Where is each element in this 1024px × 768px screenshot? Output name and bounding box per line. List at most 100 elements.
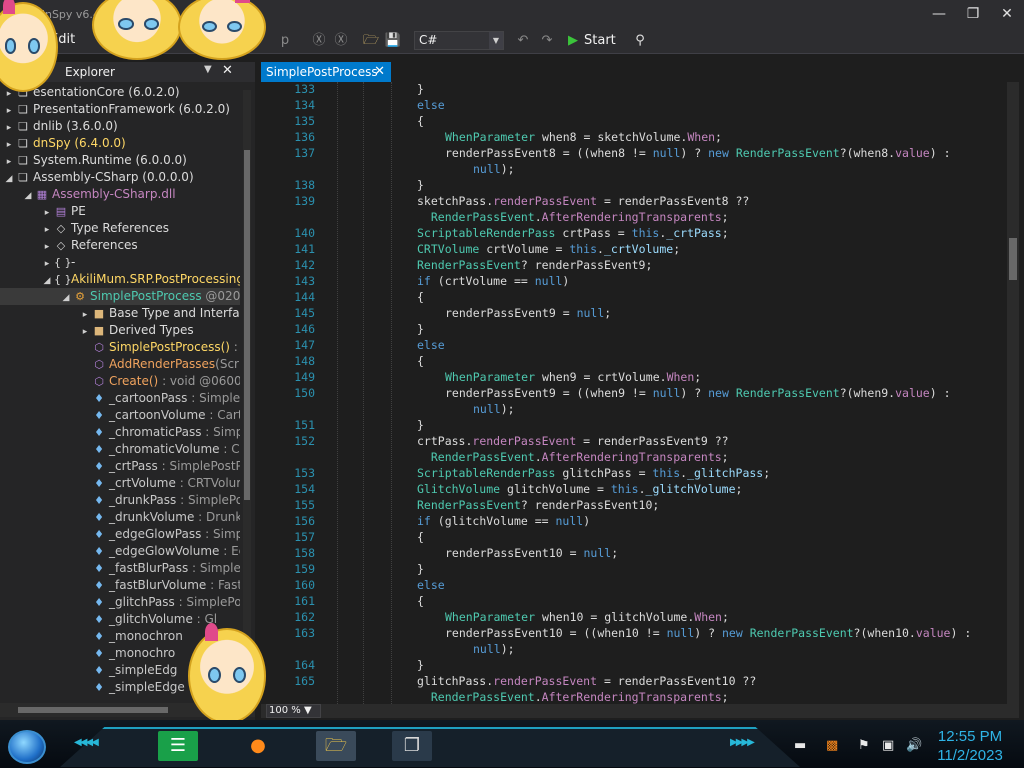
code-line[interactable]: 164} <box>261 657 1007 673</box>
redo-icon[interactable]: ↷ <box>538 32 556 50</box>
code-line[interactable]: 154 GlitchVolume glitchVolume = this._gli… <box>261 481 1007 497</box>
tree-item[interactable]: ♦ _chromaticVolume : C <box>0 441 240 458</box>
code-line[interactable]: 162 WhenParameter when10 = glitchVolume.W… <box>261 609 1007 625</box>
start-orb-icon[interactable] <box>8 730 46 764</box>
firefox-icon[interactable]: ● <box>238 731 278 761</box>
undo-icon[interactable]: ↶ <box>514 32 532 50</box>
code-line[interactable]: 157 { <box>261 529 1007 545</box>
code-line[interactable]: RenderPassEvent.AfterRenderingTransparen… <box>261 689 1007 704</box>
tree-item[interactable]: ♦ _glitchPass : SimplePo <box>0 594 240 611</box>
language-select[interactable]: C# ▼ <box>414 31 504 50</box>
toolbar-p-icon[interactable]: p <box>276 32 294 50</box>
close-icon[interactable]: ✕ <box>992 4 1022 24</box>
tree-item[interactable]: ◢ ❏ Assembly-CSharp (0.0.0.0) <box>0 169 240 186</box>
tree-item[interactable]: ♦ _edgeGlowVolume : Ec <box>0 543 240 560</box>
code-line[interactable]: 133} <box>261 82 1007 97</box>
tree-item[interactable]: ▸ ❏ dnSpy (6.4.0.0) <box>0 135 240 152</box>
tree-item[interactable]: ♦ _chromaticPass : Simp <box>0 424 240 441</box>
tree-item[interactable]: ▸ ▤ PE <box>0 203 240 220</box>
tree-item[interactable]: ◢ ▦ Assembly-CSharp.dll <box>0 186 240 203</box>
tab-simplepostprocess[interactable]: SimplePostProcess ✕ <box>261 62 391 82</box>
tree-item[interactable]: ♦ _cartoonVolume : Cart <box>0 407 240 424</box>
scrollbar-thumb[interactable] <box>1009 238 1017 280</box>
tree-item[interactable]: ▸ ◇ Type References <box>0 220 240 237</box>
tree-item[interactable]: ♦ _fastBlurVolume : Fastl <box>0 577 240 594</box>
zoom-select[interactable]: 100 % ▼ <box>266 704 321 718</box>
code-line[interactable]: 152 crtPass.renderPassEvent = renderPassE… <box>261 433 1007 449</box>
tree-item[interactable]: ♦ _glitchVolume : Gl <box>0 611 240 628</box>
editor-vertical-scrollbar[interactable] <box>1007 82 1019 704</box>
tree-item[interactable]: ▸ ■ Derived Types <box>0 322 240 339</box>
code-line[interactable]: 143 if (crtVolume == null) <box>261 273 1007 289</box>
network-icon[interactable]: ▣ <box>882 738 894 753</box>
search-icon[interactable]: ⚲ <box>631 32 649 50</box>
tray-app-icon[interactable]: ▩ <box>826 738 838 753</box>
code-line[interactable]: 139 sketchPass.renderPassEvent = renderPa… <box>261 193 1007 209</box>
assembly-tree[interactable]: ▸ ❏ esentationCore (6.0.2.0) ▸ ❏ Presentation… <box>0 82 240 702</box>
code-line[interactable]: null); <box>261 161 1007 177</box>
navigate-back-icon[interactable]: Ⓧ <box>310 32 328 50</box>
task-view-icon[interactable]: ❐ <box>392 731 432 761</box>
code-line[interactable]: RenderPassEvent.AfterRenderingTransparen… <box>261 449 1007 465</box>
tree-item[interactable]: ▸ ■ Base Type and Interfac <box>0 305 240 322</box>
restore-icon[interactable]: ❐ <box>958 4 988 24</box>
tree-item[interactable]: ♦ _drunkVolume : Drunk <box>0 509 240 526</box>
open-icon[interactable]: 🗁 <box>362 32 380 50</box>
code-line[interactable]: 145 renderPassEvent9 = null; <box>261 305 1007 321</box>
scrollbar-thumb[interactable] <box>18 707 168 713</box>
tree-item[interactable]: ♦ _drunkPass : SimplePo <box>0 492 240 509</box>
system-clock[interactable]: 12:55 PM 11/2/2023 <box>930 727 1010 765</box>
tree-item[interactable]: ◢⚙SimplePostProcess @0200 <box>0 288 240 305</box>
code-line[interactable]: 134 else <box>261 97 1007 113</box>
tree-item[interactable]: ♦ _crtVolume : CRTVolur <box>0 475 240 492</box>
tree-item[interactable]: ♦ _edgeGlowPass : Simp <box>0 526 240 543</box>
notes-app-icon[interactable]: ☰ <box>158 731 198 761</box>
code-line[interactable]: 140 ScriptableRenderPass crtPass = this._… <box>261 225 1007 241</box>
tree-item[interactable]: ▸{ }- <box>0 254 240 271</box>
close-tab-icon[interactable]: ✕ <box>374 62 385 82</box>
editor-horizontal-scrollbar[interactable] <box>261 704 1019 718</box>
tree-item[interactable]: ♦ _crtPass : SimplePostP <box>0 458 240 475</box>
show-desktop-icon[interactable]: ▬ <box>794 738 806 753</box>
code-line[interactable]: 135 { <box>261 113 1007 129</box>
code-line[interactable]: 148 { <box>261 353 1007 369</box>
code-line[interactable]: 158 renderPassEvent10 = null; <box>261 545 1007 561</box>
file-explorer-icon[interactable]: 🗁 <box>316 731 356 761</box>
tree-item[interactable]: ♦ _cartoonPass : SimpleP <box>0 390 240 407</box>
tree-item[interactable]: ▸ ◇ References <box>0 237 240 254</box>
code-line[interactable]: 137 renderPassEvent8 = ((when8 != null) ?… <box>261 145 1007 161</box>
close-icon[interactable]: ✕ <box>222 63 233 78</box>
explorer-vertical-scrollbar[interactable] <box>243 90 251 690</box>
code-line[interactable]: 165 glitchPass.renderPassEvent = renderPa… <box>261 673 1007 689</box>
code-line[interactable]: 161 { <box>261 593 1007 609</box>
tree-item[interactable]: ▸ ❏ PresentationFramework (6.0.2.0) <box>0 101 240 118</box>
code-editor[interactable]: 133} 134 else 135{136 WhenParameter when8 = … <box>261 82 1007 704</box>
code-line[interactable]: 144 { <box>261 289 1007 305</box>
minimize-icon[interactable]: — <box>924 4 954 24</box>
volume-icon[interactable]: 🔊 <box>906 738 922 753</box>
code-line[interactable]: 156 if (glitchVolume == null) <box>261 513 1007 529</box>
code-line[interactable]: 151} <box>261 417 1007 433</box>
code-line[interactable]: 150 renderPassEvent9 = ((when9 != null) ?… <box>261 385 1007 401</box>
code-line[interactable]: 149 WhenParameter when9 = crtVolume.When; <box>261 369 1007 385</box>
code-line[interactable]: 146} <box>261 321 1007 337</box>
code-line[interactable]: 138} <box>261 177 1007 193</box>
code-line[interactable]: 163 renderPassEvent10 = ((when10 != null)… <box>261 625 1007 641</box>
code-line[interactable]: 160 else <box>261 577 1007 593</box>
save-icon[interactable]: 💾 <box>384 32 402 50</box>
code-line[interactable]: 141 CRTVolume crtVolume = this._crtVolume… <box>261 241 1007 257</box>
code-line[interactable]: null); <box>261 401 1007 417</box>
start-debug-button[interactable]: ▶ Start <box>568 31 616 51</box>
tree-item[interactable]: ⬡ AddRenderPasses(Scrip <box>0 356 240 373</box>
tree-item[interactable]: ⬡ SimplePostProcess() : v <box>0 339 240 356</box>
code-line[interactable]: 153 ScriptableRenderPass glitchPass = thi… <box>261 465 1007 481</box>
code-line[interactable]: 155 RenderPassEvent? renderPassEvent10; <box>261 497 1007 513</box>
scrollbar-thumb[interactable] <box>244 150 250 500</box>
tree-item[interactable]: ◢{ }AkiliMum.SRP.PostProcessing <box>0 271 240 288</box>
code-line[interactable]: 147 else <box>261 337 1007 353</box>
tree-item[interactable]: ▸ ❏ dnlib (3.6.0.0) <box>0 118 240 135</box>
tree-item[interactable]: ⬡ Create() : void @06000 <box>0 373 240 390</box>
code-line[interactable]: 159} <box>261 561 1007 577</box>
code-line[interactable]: 142 RenderPassEvent? renderPassEvent9; <box>261 257 1007 273</box>
code-line[interactable]: null); <box>261 641 1007 657</box>
